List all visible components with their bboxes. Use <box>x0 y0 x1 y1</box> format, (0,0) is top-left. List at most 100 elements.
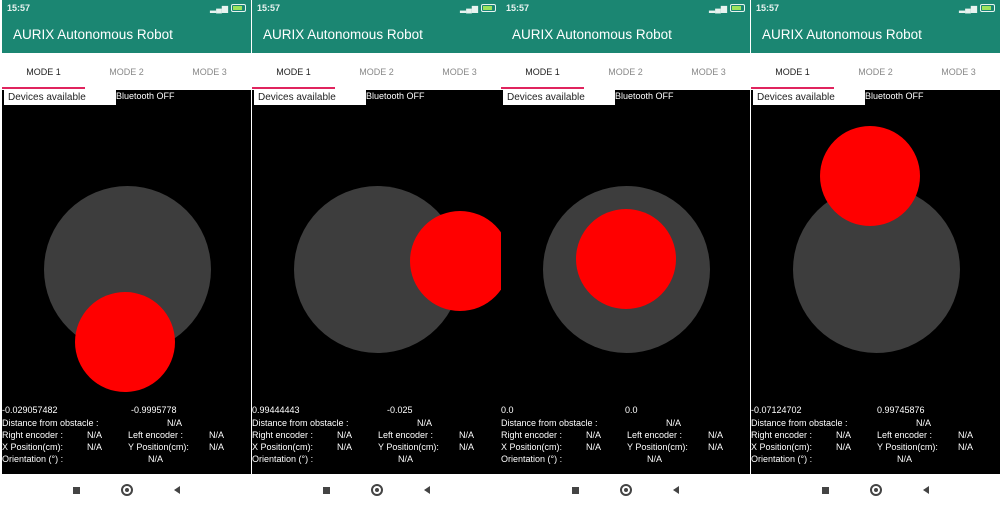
joystick-y-value: -0.9995778 <box>131 405 177 415</box>
bluetooth-status: Bluetooth OFF <box>865 91 924 101</box>
signal-icon: ▂▄▆ <box>709 3 727 13</box>
left-encoder-value: N/A <box>459 430 475 440</box>
right-encoder-label: Right encoder : <box>751 430 813 440</box>
tab-mode-1[interactable]: MODE 1 <box>751 53 834 90</box>
back-icon <box>423 486 430 494</box>
home-button[interactable] <box>618 482 634 498</box>
mode-tabs: MODE 1 MODE 2 MODE 3 <box>501 53 750 90</box>
y-position-label: Y Position(cm): <box>128 442 189 452</box>
tab-mode-3[interactable]: MODE 3 <box>917 53 1000 90</box>
joystick-knob[interactable] <box>74 291 175 392</box>
joystick-x-value: -0.07124702 <box>751 405 802 415</box>
orientation-value: N/A <box>897 454 913 464</box>
signal-icon: ▂▄▆ <box>460 3 478 13</box>
joystick-y-value: -0.025 <box>387 405 413 415</box>
battery-icon <box>730 4 745 12</box>
left-encoder-value: N/A <box>708 430 724 440</box>
mode-tabs: MODE 1 MODE 2 MODE 3 <box>2 53 251 90</box>
devices-dropdown[interactable]: Devices available <box>4 90 116 105</box>
left-encoder-label: Left encoder : <box>378 430 434 440</box>
joystick-x-value: -0.029057482 <box>2 405 58 415</box>
distance-label: Distance from obstacle : <box>252 418 349 428</box>
y-position-label: Y Position(cm): <box>378 442 439 452</box>
battery-icon <box>980 4 995 12</box>
back-button[interactable] <box>918 482 934 498</box>
back-button[interactable] <box>668 482 684 498</box>
orientation-label: Orientation (°) : <box>2 454 64 464</box>
recents-icon <box>323 486 330 494</box>
x-position-label: X Position(cm): <box>252 442 314 452</box>
back-icon <box>922 486 929 494</box>
recents-button[interactable] <box>818 482 834 498</box>
control-panel: Devices available Bluetooth OFF 0.0 0.0 … <box>501 90 750 474</box>
back-button[interactable] <box>169 482 185 498</box>
battery-icon <box>231 4 246 12</box>
nav-bar <box>501 474 750 506</box>
back-icon <box>173 486 180 494</box>
status-bar: 15:57 ▂▄▆ <box>751 0 1000 16</box>
status-time: 15:57 <box>756 3 780 13</box>
app-title: AURIX Autonomous Robot <box>762 27 922 42</box>
devices-dropdown[interactable]: Devices available <box>254 90 366 105</box>
home-button[interactable] <box>868 482 884 498</box>
orientation-label: Orientation (°) : <box>501 454 563 464</box>
bluetooth-status: Bluetooth OFF <box>615 91 674 101</box>
joystick-knob[interactable] <box>820 126 921 227</box>
status-time: 15:57 <box>7 3 31 13</box>
tab-mode-2[interactable]: MODE 2 <box>335 53 418 90</box>
distance-value: N/A <box>916 418 932 428</box>
signal-icon: ▂▄▆ <box>210 3 228 13</box>
bluetooth-status: Bluetooth OFF <box>116 91 175 101</box>
x-position-value: N/A <box>836 442 852 452</box>
devices-dropdown[interactable]: Devices available <box>753 90 865 105</box>
control-panel: Devices available Bluetooth OFF 0.994444… <box>252 90 501 474</box>
right-encoder-value: N/A <box>337 430 353 440</box>
app-bar: AURIX Autonomous Robot <box>501 16 750 53</box>
recents-icon <box>822 486 829 494</box>
app-title: AURIX Autonomous Robot <box>263 27 423 42</box>
battery-icon <box>481 4 496 12</box>
joystick-y-value: 0.99745876 <box>877 405 925 415</box>
orientation-value: N/A <box>398 454 414 464</box>
recents-button[interactable] <box>319 482 335 498</box>
mode-tabs: MODE 1 MODE 2 MODE 3 <box>751 53 1000 90</box>
back-button[interactable] <box>419 482 435 498</box>
tab-mode-1[interactable]: MODE 1 <box>501 53 584 90</box>
x-position-label: X Position(cm): <box>501 442 563 452</box>
right-encoder-value: N/A <box>87 430 103 440</box>
nav-bar <box>751 474 1000 506</box>
tab-mode-3[interactable]: MODE 3 <box>418 53 501 90</box>
tab-mode-1[interactable]: MODE 1 <box>2 53 85 90</box>
app-title: AURIX Autonomous Robot <box>13 27 173 42</box>
status-icons: ▂▄▆ <box>460 4 496 13</box>
status-icons: ▂▄▆ <box>959 4 995 13</box>
y-position-value: N/A <box>708 442 724 452</box>
tab-mode-1[interactable]: MODE 1 <box>252 53 335 90</box>
x-position-value: N/A <box>337 442 353 452</box>
y-position-value: N/A <box>209 442 225 452</box>
distance-value: N/A <box>666 418 682 428</box>
recents-button[interactable] <box>69 482 85 498</box>
joystick-x-value: 0.0 <box>501 405 514 415</box>
recents-button[interactable] <box>568 482 584 498</box>
orientation-label: Orientation (°) : <box>252 454 314 464</box>
left-encoder-value: N/A <box>958 430 974 440</box>
y-position-label: Y Position(cm): <box>627 442 688 452</box>
tab-mode-2[interactable]: MODE 2 <box>584 53 667 90</box>
joystick-knob[interactable] <box>576 209 676 309</box>
home-button[interactable] <box>369 482 385 498</box>
status-bar: 15:57 ▂▄▆ <box>2 0 251 16</box>
distance-label: Distance from obstacle : <box>2 418 99 428</box>
tab-mode-2[interactable]: MODE 2 <box>85 53 168 90</box>
home-button[interactable] <box>119 482 135 498</box>
devices-dropdown[interactable]: Devices available <box>503 90 615 105</box>
recents-icon <box>572 486 579 494</box>
tab-mode-3[interactable]: MODE 3 <box>168 53 251 90</box>
y-position-value: N/A <box>459 442 475 452</box>
control-panel: Devices available Bluetooth OFF -0.07124… <box>751 90 1000 474</box>
tab-mode-2[interactable]: MODE 2 <box>834 53 917 90</box>
recents-icon <box>73 486 80 494</box>
left-encoder-label: Left encoder : <box>128 430 184 440</box>
tab-mode-3[interactable]: MODE 3 <box>667 53 750 90</box>
x-position-value: N/A <box>87 442 103 452</box>
